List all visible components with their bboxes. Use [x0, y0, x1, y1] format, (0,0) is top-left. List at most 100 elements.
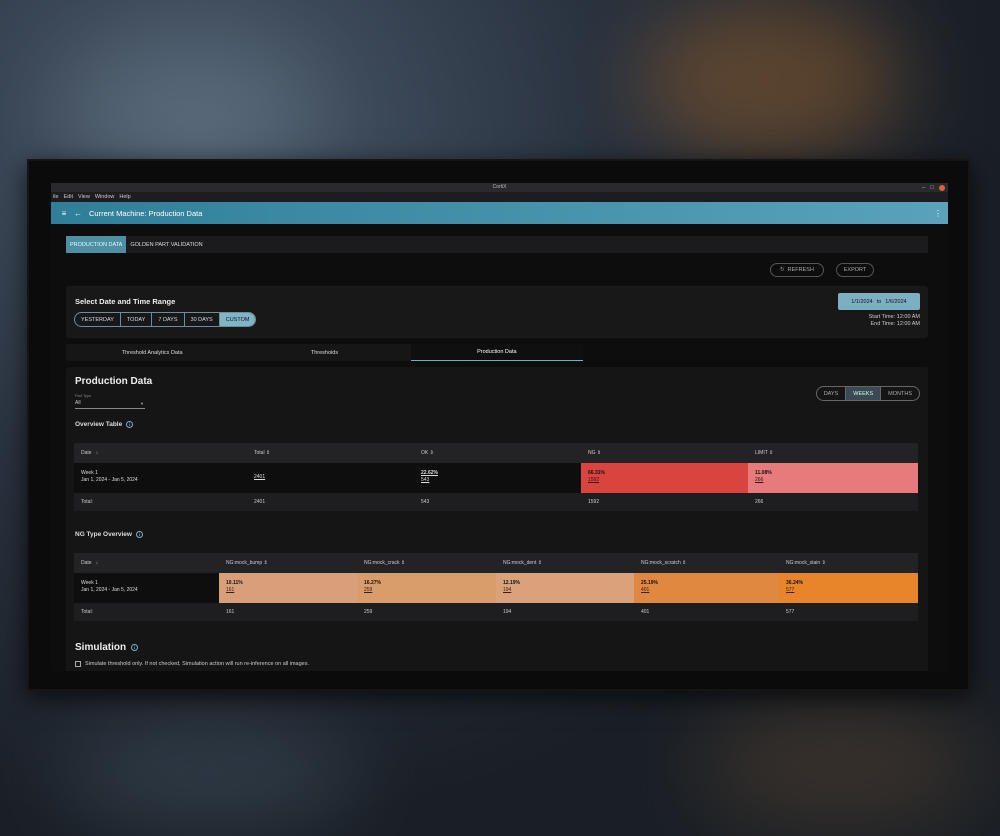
cell-limit: 11.08% 266 — [748, 463, 918, 493]
cell-scratch-count[interactable]: 401 — [641, 587, 779, 594]
col-stain[interactable]: NG:mock_stain ⇕ — [779, 553, 918, 573]
cell-ok-count[interactable]: 543 — [421, 477, 581, 484]
simulation-card: Simulation i Simulate threshold only. If… — [66, 630, 928, 671]
tab-production-data-sub[interactable]: Production Data — [410, 344, 583, 361]
overview-title-text: Overview Table — [75, 421, 123, 428]
col-bump[interactable]: NG:mock_bump ⇕ — [219, 553, 357, 573]
col-stain-label: NG:mock_stain — [786, 560, 821, 566]
sort-icon: ⇕ — [265, 450, 271, 456]
row-week: Week 1 — [81, 470, 98, 476]
col-dent[interactable]: NG:mock_dent ⇕ — [496, 553, 634, 573]
simulation-title-text: Simulation — [75, 642, 127, 653]
range-30-days[interactable]: 30 DAYS — [185, 313, 220, 326]
production-data-card: Production Data Part Type All ▼ DAYS WEE… — [66, 367, 928, 639]
range-7-days[interactable]: 7 DAYS — [152, 313, 185, 326]
table-header: Date ↓ Total ⇕ OK ⇕ NG ⇕ LIMIT ⇕ — [74, 443, 918, 463]
menu-file[interactable]: ile — [53, 194, 59, 200]
cell-total-link[interactable]: 2401 — [254, 474, 265, 480]
tab-threshold-analytics[interactable]: Threshold Analytics Data — [66, 344, 238, 361]
section-title: Production Data — [75, 376, 153, 387]
info-icon[interactable]: i — [131, 644, 139, 651]
close-button[interactable] — [939, 184, 945, 191]
ng-type-title: NG Type Overview i — [75, 531, 143, 538]
app-header: ≡ ← Current Machine: Production Data ⋮ — [51, 202, 948, 224]
cell-limit-count[interactable]: 266 — [755, 477, 918, 484]
export-button[interactable]: EXPORT — [836, 263, 874, 277]
range-custom[interactable]: CUSTOM — [219, 313, 256, 326]
cell-scratch-pct[interactable]: 25.19% — [641, 580, 779, 587]
sort-icon: ⇕ — [682, 560, 687, 566]
minimize-button[interactable]: – — [922, 185, 925, 191]
col-date[interactable]: Date ↓ — [74, 553, 219, 573]
tab-golden-part-validation[interactable]: GOLDEN PART VALIDATION — [126, 236, 206, 253]
granularity-months[interactable]: MONTHS — [881, 387, 919, 400]
cell-crack-pct[interactable]: 16.27% — [364, 580, 496, 587]
action-buttons: ↻ REFRESH EXPORT — [770, 263, 948, 277]
col-ok[interactable]: OK ⇕ — [414, 443, 581, 463]
sort-icon: ⇕ — [769, 450, 774, 456]
kebab-menu-icon[interactable]: ⋮ — [934, 209, 942, 218]
part-type-select[interactable]: All ▼ — [75, 400, 145, 409]
cell-ok-pct[interactable]: 22.62% — [421, 470, 581, 477]
footer-stain: 577 — [786, 609, 795, 615]
checkbox-label: Simulate threshold only. If not checked,… — [85, 661, 309, 667]
info-icon[interactable]: i — [126, 421, 134, 428]
cell-dent-count[interactable]: 194 — [503, 587, 634, 594]
cell-ok: 22.62% 543 — [414, 463, 581, 493]
table-footer: Total: 2401 543 1592 266 — [74, 493, 918, 511]
col-crack[interactable]: NG:mock_crack ⇕ — [357, 553, 496, 573]
table-footer: Total: 161 259 194 401 577 — [74, 603, 918, 621]
date-range-options: YESTERDAY TODAY 7 DAYS 30 DAYS CUSTOM — [74, 312, 257, 327]
date-picker[interactable]: 1/1/2024 to 1/6/2024 — [838, 293, 920, 310]
simulate-threshold-checkbox[interactable]: Simulate threshold only. If not checked,… — [75, 661, 309, 667]
refresh-button[interactable]: ↻ REFRESH — [770, 263, 824, 277]
col-scratch-label: NG:mock_scratch — [641, 560, 681, 566]
hamburger-icon[interactable]: ≡ — [57, 209, 71, 218]
refresh-icon: ↻ — [780, 267, 785, 273]
menu-view[interactable]: View — [78, 194, 90, 200]
cell-bump-count[interactable]: 161 — [226, 587, 357, 594]
caret-down-icon: ▼ — [140, 401, 144, 406]
cell-stain-count[interactable]: 577 — [786, 587, 918, 594]
granularity-days[interactable]: DAYS — [817, 387, 847, 400]
cell-crack-count[interactable]: 259 — [364, 587, 496, 594]
cell-crack: 16.27% 259 — [357, 573, 496, 603]
menu-window[interactable]: Window — [95, 194, 115, 200]
col-limit[interactable]: LIMIT ⇕ — [748, 443, 918, 463]
maximize-button[interactable]: □ — [930, 185, 934, 191]
sort-arrow-icon: ↓ — [95, 450, 99, 456]
cell-ng: 66.31% 1592 — [581, 463, 748, 493]
col-ng[interactable]: NG ⇕ — [581, 443, 748, 463]
footer-scratch: 401 — [641, 609, 650, 615]
top-tabs: PRODUCTION DATA GOLDEN PART VALIDATION — [66, 236, 928, 253]
back-arrow-icon[interactable]: ← — [71, 209, 85, 218]
range-yesterday[interactable]: YESTERDAY — [75, 313, 121, 326]
menu-edit[interactable]: Edit — [64, 194, 73, 200]
tab-thresholds[interactable]: Thresholds — [238, 344, 410, 361]
col-total-label: Total — [254, 450, 265, 456]
info-icon[interactable]: i — [135, 531, 143, 538]
col-total[interactable]: Total ⇕ — [247, 443, 414, 463]
col-limit-label: LIMIT — [755, 450, 768, 456]
col-crack-label: NG:mock_crack — [364, 560, 400, 566]
cell-dent-pct[interactable]: 12.19% — [503, 580, 634, 587]
cell-bump-pct[interactable]: 10.11% — [226, 580, 357, 587]
granularity-weeks[interactable]: WEEKS — [846, 387, 882, 400]
cell-total: 2401 — [247, 463, 414, 493]
table-row: Week 1 Jan 1, 2024 - Jan 5, 2024 10.11% … — [74, 573, 918, 603]
tab-production-data[interactable]: PRODUCTION DATA — [66, 236, 127, 253]
window-title: CortiX — [492, 184, 507, 190]
cell-stain-pct[interactable]: 36.24% — [786, 580, 918, 587]
menu-help[interactable]: Help — [119, 194, 130, 200]
cell-ng-count[interactable]: 1592 — [588, 477, 748, 484]
footer-total: 2401 — [254, 499, 266, 505]
range-today[interactable]: TODAY — [121, 313, 153, 326]
cell-ng-pct[interactable]: 66.31% — [588, 470, 748, 477]
footer-ok: 543 — [421, 499, 430, 505]
footer-label: Total: — [81, 609, 93, 615]
checkbox-icon[interactable] — [75, 661, 81, 667]
col-date[interactable]: Date ↓ — [74, 443, 247, 463]
col-scratch[interactable]: NG:mock_scratch ⇕ — [634, 553, 779, 573]
cell-dent: 12.19% 194 — [496, 573, 634, 603]
cell-limit-pct[interactable]: 11.08% — [755, 470, 918, 477]
